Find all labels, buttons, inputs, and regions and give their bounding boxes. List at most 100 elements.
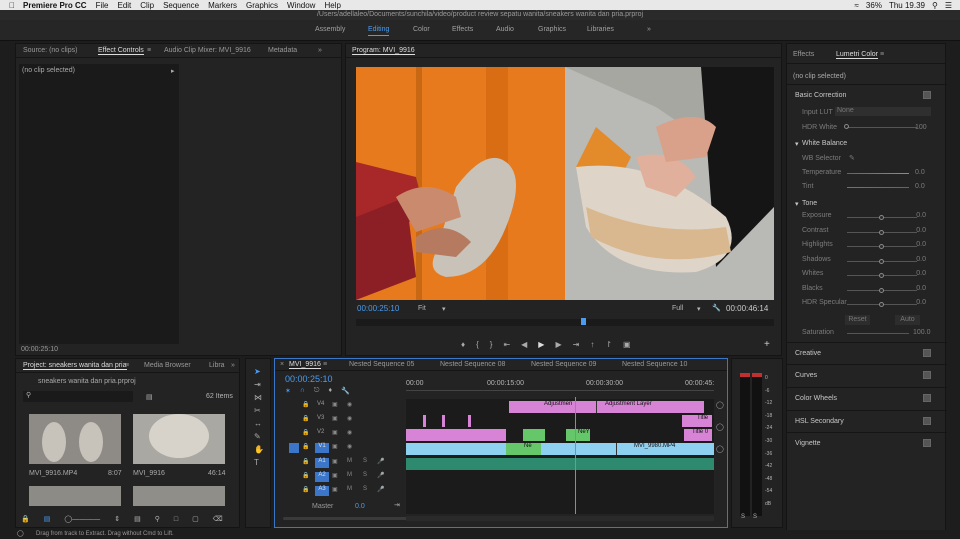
new-bin-icon[interactable]: ▤ [146, 393, 153, 401]
tone-value[interactable]: 0.0 [916, 299, 926, 306]
play-icon[interactable]: ▶ [538, 340, 544, 349]
hand-icon[interactable]: ✋ [254, 445, 264, 454]
tint-slider[interactable] [847, 187, 909, 188]
apple-icon[interactable]:  [9, 1, 15, 10]
linked-icon[interactable]: ⎋ [314, 387, 320, 395]
tab-nested-09[interactable]: Nested Sequence 09 [531, 361, 596, 368]
thumb-row-3a[interactable] [29, 486, 121, 506]
tone-value[interactable]: 0.0 [916, 256, 926, 263]
tone-slider-knob[interactable] [879, 302, 884, 307]
selection-tool-icon[interactable]: ➤ [254, 367, 264, 376]
thumb-row-3b[interactable] [133, 486, 225, 506]
mute-icon[interactable]: M [347, 458, 352, 464]
folder-icon[interactable]: □ [174, 516, 178, 523]
color-wheels-checkbox[interactable] [923, 394, 931, 402]
menu-window[interactable]: Window [287, 1, 315, 10]
master-out-icon[interactable]: ⇥ [394, 501, 400, 509]
zoom-slider-icon[interactable]: ◯———— [64, 515, 100, 523]
clip-nested-2[interactable]: Ne [506, 443, 541, 455]
timeline-ruler[interactable]: 00:00 00:00:15:00 00:00:30:00 00:00:45: [406, 376, 714, 396]
quality-chevron-icon[interactable]: ▾ [697, 305, 701, 313]
project-search-input[interactable]: ⚲ [23, 391, 133, 402]
eye-icon[interactable]: ◉ [347, 401, 352, 408]
ws-color[interactable]: Color [413, 26, 430, 33]
tint-value[interactable]: 0.0 [915, 183, 925, 190]
ws-effects[interactable]: Effects [452, 26, 473, 33]
saturation-slider[interactable] [847, 333, 909, 334]
thumb-mvi9916-mp4[interactable] [29, 414, 121, 464]
step-back-icon[interactable]: ◀ [521, 340, 527, 349]
tab-lumetri-color[interactable]: Lumetri Color [836, 51, 879, 59]
search-icon[interactable]: ⚲ [932, 1, 938, 10]
track-select-icon[interactable]: ⇥ [254, 380, 264, 389]
clip-adjustment-2[interactable]: Adjustment Layer [596, 401, 681, 413]
mark-out-icon[interactable]: } [490, 340, 493, 349]
sort-icon[interactable]: ⇕ [114, 515, 120, 523]
trash-icon[interactable]: ⌫ [213, 515, 223, 523]
eyedropper-icon[interactable]: ✎ [849, 154, 855, 162]
menu-edit[interactable]: Edit [117, 1, 131, 10]
find-icon[interactable]: ⚲ [155, 515, 160, 523]
panel-menu-icon[interactable]: ≡ [125, 362, 129, 369]
mic-icon[interactable]: 🎤 [377, 458, 384, 465]
program-title[interactable]: Program: MVI_9916 [352, 47, 415, 55]
track-a3-label[interactable]: A3 [315, 486, 329, 496]
clip-title-1[interactable]: Title [682, 415, 712, 427]
list-view-icon[interactable]: ▤ [44, 515, 51, 523]
tab-nested-10[interactable]: Nested Sequence 10 [622, 361, 687, 368]
sync-icon[interactable]: ▣ [332, 429, 338, 436]
close-sequence-icon[interactable]: × [280, 361, 284, 368]
temperature-slider[interactable] [847, 173, 909, 174]
menu-list-icon[interactable]: ☰ [945, 1, 952, 10]
hsl-checkbox[interactable] [923, 417, 931, 425]
white-balance-title[interactable]: White Balance [802, 140, 847, 147]
tab-nested-08[interactable]: Nested Sequence 08 [440, 361, 505, 368]
automate-icon[interactable]: ▤ [134, 515, 141, 523]
clip-v2-pink[interactable] [406, 429, 506, 441]
solo-icon[interactable]: S [363, 472, 367, 478]
go-to-in-icon[interactable]: ⇤ [503, 340, 510, 349]
ws-editing[interactable]: Editing [368, 26, 390, 36]
mute-icon[interactable]: M [347, 472, 352, 478]
eye-icon[interactable]: ◉ [347, 415, 352, 422]
track-v1-label[interactable]: V1 [315, 443, 329, 453]
tab-project[interactable]: Project: sneakers wanita dan pria [23, 362, 127, 370]
section-color-wheels[interactable]: Color Wheels [787, 387, 947, 409]
fit-chevron-icon[interactable]: ▾ [442, 305, 446, 313]
mute-icon[interactable]: M [347, 486, 352, 492]
go-to-out-icon[interactable]: ⇥ [573, 340, 580, 349]
clip-v3-b[interactable] [442, 415, 445, 427]
marker-icon[interactable]: ♦ [461, 340, 465, 349]
tab-effects[interactable]: Effects [793, 51, 814, 58]
sync-icon[interactable]: ▣ [332, 472, 338, 479]
track-v4-label[interactable]: V4 [317, 401, 324, 407]
basic-checkbox[interactable] [923, 91, 931, 99]
tone-title[interactable]: Tone [802, 200, 817, 207]
tone-slider-knob[interactable] [879, 273, 884, 278]
lock-icon[interactable]: 🔒 [302, 443, 309, 450]
lock-icon[interactable]: 🔒 [302, 472, 309, 479]
solo-left-button[interactable]: S [741, 514, 745, 520]
tab-metadata[interactable]: Metadata [268, 47, 297, 54]
temperature-value[interactable]: 0.0 [915, 169, 925, 176]
add-button-icon[interactable]: + [764, 339, 770, 350]
lock-icon[interactable]: 🔒 [302, 486, 309, 493]
tab-source[interactable]: Source: (no clips) [23, 47, 77, 54]
sync-icon[interactable]: ▣ [332, 443, 338, 450]
tab-media-browser[interactable]: Media Browser [144, 362, 191, 369]
clip-audio-a1[interactable] [406, 458, 714, 470]
solo-icon[interactable]: S [363, 458, 367, 464]
solo-right-button[interactable]: S [753, 514, 757, 520]
hdr-white-value[interactable]: 100 [915, 124, 927, 131]
track-a1-label[interactable]: A1 [315, 458, 329, 468]
mic-icon[interactable]: 🎤 [377, 486, 384, 493]
tone-value[interactable]: 0.0 [916, 212, 926, 219]
more-workspaces-icon[interactable]: » [647, 26, 651, 33]
battery-label[interactable]: 36% [866, 1, 882, 10]
timeline-settings-icon[interactable]: 🔧 [341, 387, 350, 395]
ws-graphics[interactable]: Graphics [538, 26, 566, 33]
eye-icon[interactable]: ◉ [347, 429, 352, 436]
clip-title-2[interactable]: Title 0 [684, 429, 712, 441]
section-vignette[interactable]: Vignette [787, 432, 947, 454]
track-a2-label[interactable]: A2 [315, 472, 329, 482]
